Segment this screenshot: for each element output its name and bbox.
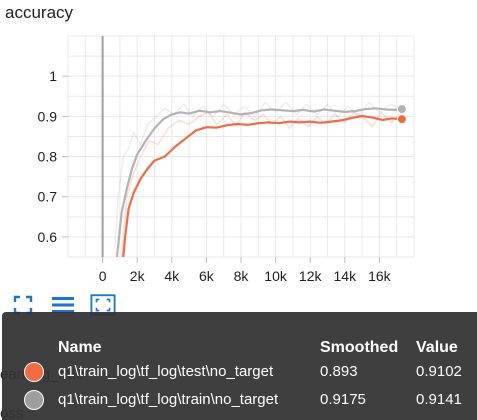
header-name: Name — [58, 339, 102, 356]
series-tooltip: Name Smoothed Value q1\train_log\tf_log\… — [2, 312, 477, 420]
row-name: q1\train_log\tf_log\test\no_target — [58, 363, 274, 380]
y-tick-label: 0.7 — [38, 189, 58, 205]
tooltip-header-row: Name Smoothed Value — [2, 336, 477, 360]
x-tick-label: 2k — [130, 268, 146, 284]
accuracy-chart[interactable]: 0.6 0.7 0.8 0.9 1 0 2k 4k 6k 8k 10k 12k 14k 16k — [0, 0, 477, 300]
row-smoothed: 0.893 — [320, 363, 358, 380]
tooltip-row: q1\train_log\tf_log\train\no_target 0.91… — [2, 388, 477, 412]
series-end-point — [396, 114, 407, 125]
x-tick-label: 0 — [99, 268, 107, 284]
x-tick-label: 10k — [264, 268, 288, 284]
header-value: Value — [416, 339, 458, 356]
y-tick-label: 0.9 — [38, 108, 58, 124]
test-series-swatch — [24, 362, 44, 382]
series-end-point — [396, 104, 407, 115]
row-value: 0.9141 — [416, 391, 462, 408]
header-smoothed: Smoothed — [320, 339, 399, 356]
x-tick-label: 14k — [334, 268, 358, 284]
row-name: q1\train_log\tf_log\train\no_target — [58, 391, 279, 408]
scalar-card: accuracy 0.6 0.7 0.8 0.9 1 0 2k 4k 6k 8k 10k 12k 14k… — [0, 0, 477, 420]
row-value: 0.9102 — [416, 363, 462, 380]
y-tick-label: 0.6 — [38, 229, 58, 245]
train-series-swatch — [24, 390, 44, 410]
x-tick-label: 4k — [164, 268, 180, 284]
tooltip-row: q1\train_log\tf_log\test\no_target 0.893… — [2, 360, 477, 384]
x-tick-label: 16k — [368, 268, 392, 284]
x-tick-label: 6k — [199, 268, 215, 284]
y-tick-label: 1 — [49, 68, 57, 84]
y-tick-label: 0.8 — [38, 149, 58, 165]
x-tick-label: 8k — [234, 268, 250, 284]
x-tick-label: 12k — [299, 268, 323, 284]
row-smoothed: 0.9175 — [320, 391, 366, 408]
